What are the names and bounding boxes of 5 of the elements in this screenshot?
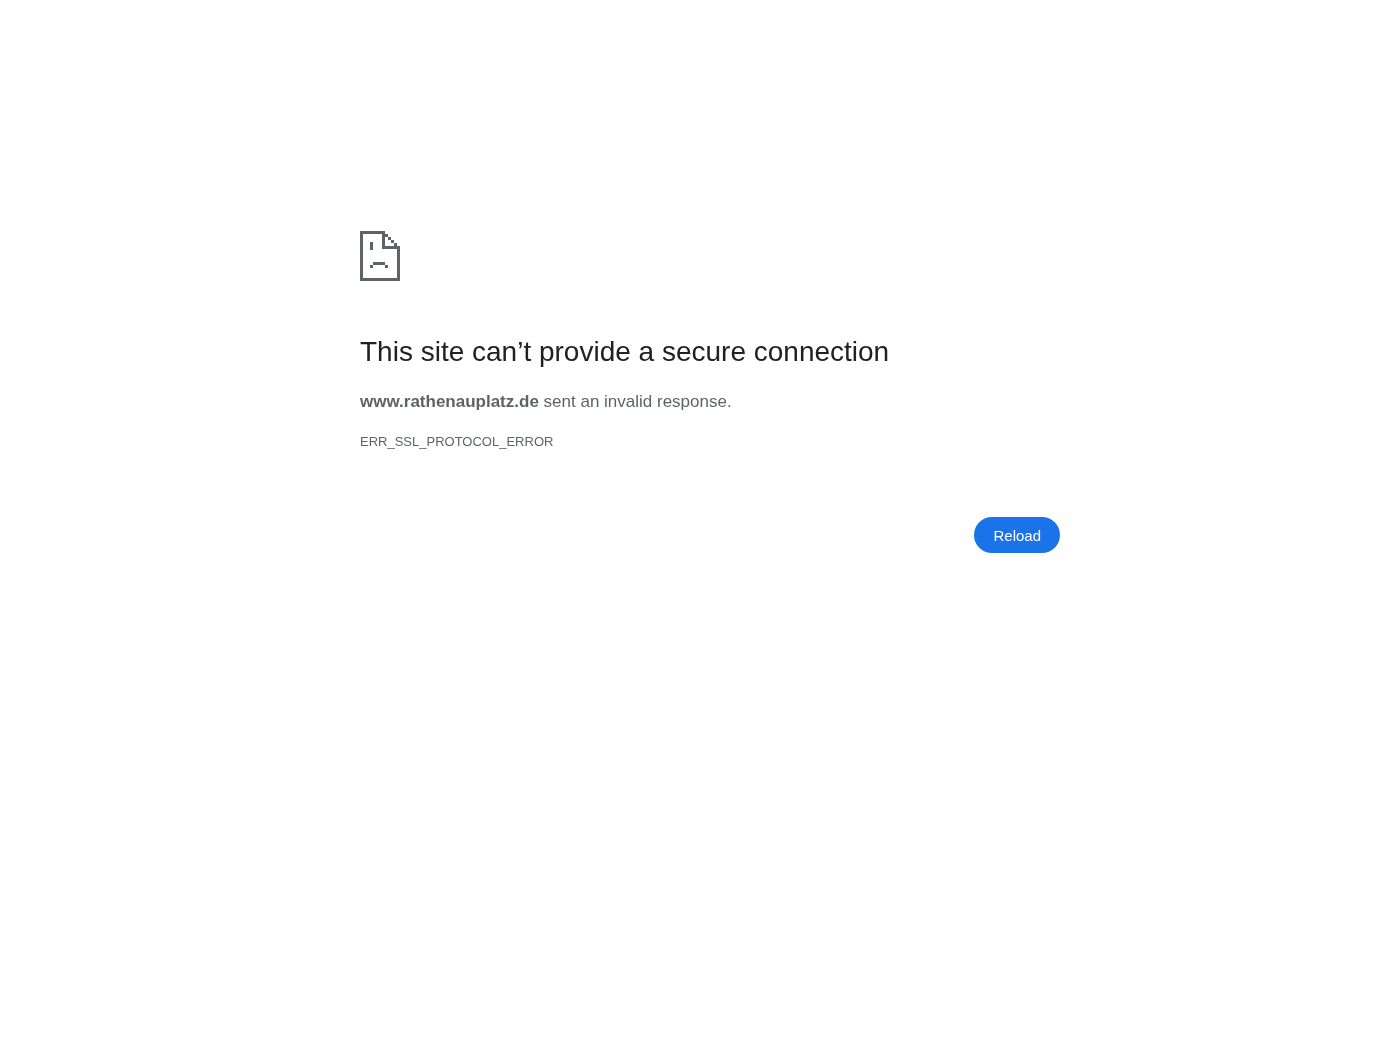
error-message: www.rathenauplatz.de sent an invalid response. xyxy=(360,391,732,413)
error-code: ERR_SSL_PROTOCOL_ERROR xyxy=(360,433,554,451)
reload-button[interactable]: Reload xyxy=(974,517,1060,553)
sad-page-icon xyxy=(360,231,400,281)
error-heading: This site can’t provide a secure connection xyxy=(360,335,890,369)
